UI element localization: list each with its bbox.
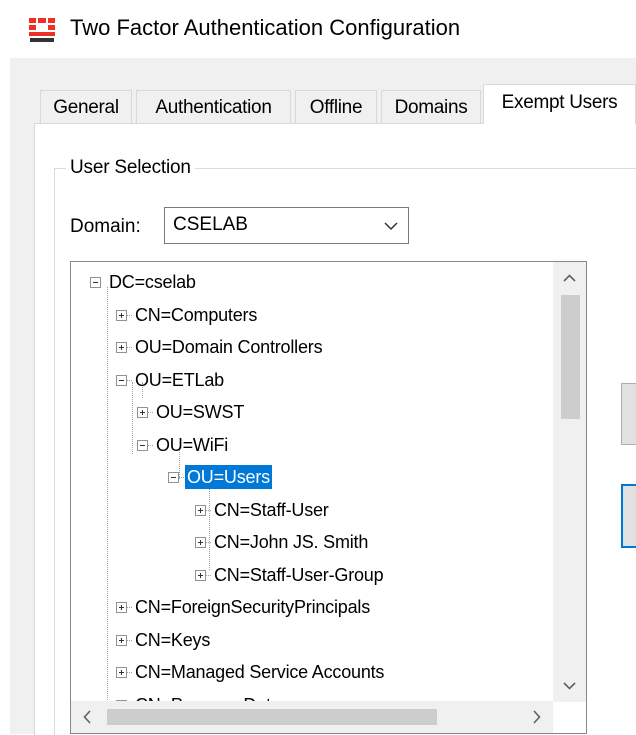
tree-node[interactable]: OU=Domain Controllers [71, 335, 586, 366]
tree-node-label[interactable]: CN=Keys [133, 628, 212, 652]
tree-connector [127, 607, 132, 608]
tree-node-label[interactable]: CN=Managed Service Accounts [133, 660, 386, 684]
tree-node-label-selected[interactable]: OU=Users [185, 465, 272, 489]
expand-plus-icon[interactable] [137, 407, 148, 418]
expand-plus-icon[interactable] [195, 537, 206, 548]
tree-node[interactable]: CN=ForeignSecurityPrincipals [71, 595, 586, 626]
tree-node[interactable]: CN=John JS. Smith [71, 530, 586, 561]
tree-connector [127, 672, 132, 673]
tree-node-label[interactable]: DC=cselab [107, 270, 198, 294]
tree-node-label[interactable]: OU=SWST [154, 400, 246, 424]
tree-connector [127, 314, 132, 316]
tab-general[interactable]: General [40, 90, 132, 123]
side-button-default-partial[interactable] [621, 484, 636, 548]
expand-plus-icon[interactable] [116, 634, 127, 646]
side-button-partial[interactable] [621, 383, 636, 445]
scroll-down-icon[interactable] [553, 669, 586, 702]
domain-label: Domain: [70, 216, 141, 237]
tree-node[interactable]: OU=WiFi [71, 433, 586, 464]
domain-select[interactable]: CSELAB [164, 207, 409, 244]
tree-connector [127, 379, 132, 381]
tree-node[interactable]: DC=cselab [71, 270, 586, 301]
expand-plus-icon[interactable] [195, 504, 206, 516]
tree-connector [206, 574, 211, 576]
tree-node[interactable]: CN=Staff-User [71, 498, 586, 529]
chevron-down-icon [384, 222, 398, 231]
horizontal-scroll-thumb[interactable] [107, 709, 437, 725]
collapse-minus-icon[interactable] [137, 439, 148, 451]
tree-node-label[interactable]: CN=John JS. Smith [212, 530, 370, 554]
tree-node-label[interactable]: OU=WiFi [154, 433, 230, 457]
tab-domains[interactable]: Domains [381, 90, 481, 123]
tree-node[interactable]: CN=Computers [71, 303, 586, 334]
tree-node[interactable]: CN=Staff-User-Group [71, 563, 586, 594]
collapse-minus-icon[interactable] [116, 374, 127, 386]
scroll-up-icon[interactable] [553, 262, 586, 295]
tree-connector [179, 477, 184, 478]
tree-node[interactable]: OU=SWST [71, 400, 586, 431]
directory-tree[interactable]: DC=cselab CN=Computers OU=Domain Controlle… [70, 261, 587, 734]
tree-node-label[interactable]: OU=Domain Controllers [133, 335, 324, 359]
tree-connector [127, 639, 132, 641]
domain-select-value: CSELAB [173, 214, 248, 235]
tree-node-label[interactable]: OU=ETLab [133, 368, 226, 392]
tree-horizontal-scrollbar[interactable] [71, 701, 553, 733]
tab-authentication[interactable]: Authentication [136, 90, 291, 123]
user-selection-label: User Selection [66, 157, 195, 179]
expand-plus-icon[interactable] [116, 667, 127, 678]
tree-node-label[interactable]: CN=Staff-User [212, 498, 331, 522]
collapse-minus-icon[interactable] [168, 472, 179, 483]
window-title: Two Factor Authentication Configuration [70, 15, 461, 40]
vertical-scroll-thumb[interactable] [561, 295, 580, 419]
tree-vertical-scrollbar[interactable] [553, 262, 586, 702]
tree-node[interactable]: CN=Keys [71, 628, 586, 659]
tree-connector [206, 509, 211, 511]
tab-offline[interactable]: Offline [295, 90, 377, 123]
scroll-right-icon[interactable] [520, 701, 553, 733]
tree-node-label[interactable]: CN=ForeignSecurityPrincipals [133, 595, 372, 619]
scroll-left-icon[interactable] [71, 701, 104, 733]
tree-connector [148, 444, 153, 446]
fortinet-logo-icon [29, 18, 55, 42]
tree-node-label[interactable]: CN=Staff-User-Group [212, 563, 385, 587]
tree-connector [148, 412, 153, 413]
tree-node[interactable]: OU=Users [71, 465, 586, 496]
expand-plus-icon[interactable] [116, 309, 127, 321]
collapse-minus-icon[interactable] [90, 277, 101, 288]
expand-plus-icon[interactable] [195, 569, 206, 581]
tree-connector [206, 542, 211, 543]
title-bar: Two Factor Authentication Configuration [0, 0, 636, 58]
tab-exempt-users[interactable]: Exempt Users [483, 84, 636, 124]
tree-node[interactable]: CN=Managed Service Accounts [71, 660, 586, 691]
expand-plus-icon[interactable] [116, 342, 127, 353]
tree-node-label[interactable]: CN=Computers [133, 303, 259, 327]
expand-plus-icon[interactable] [116, 602, 127, 613]
tree-node[interactable]: OU=ETLab [71, 368, 586, 399]
tree-connector [127, 347, 132, 348]
